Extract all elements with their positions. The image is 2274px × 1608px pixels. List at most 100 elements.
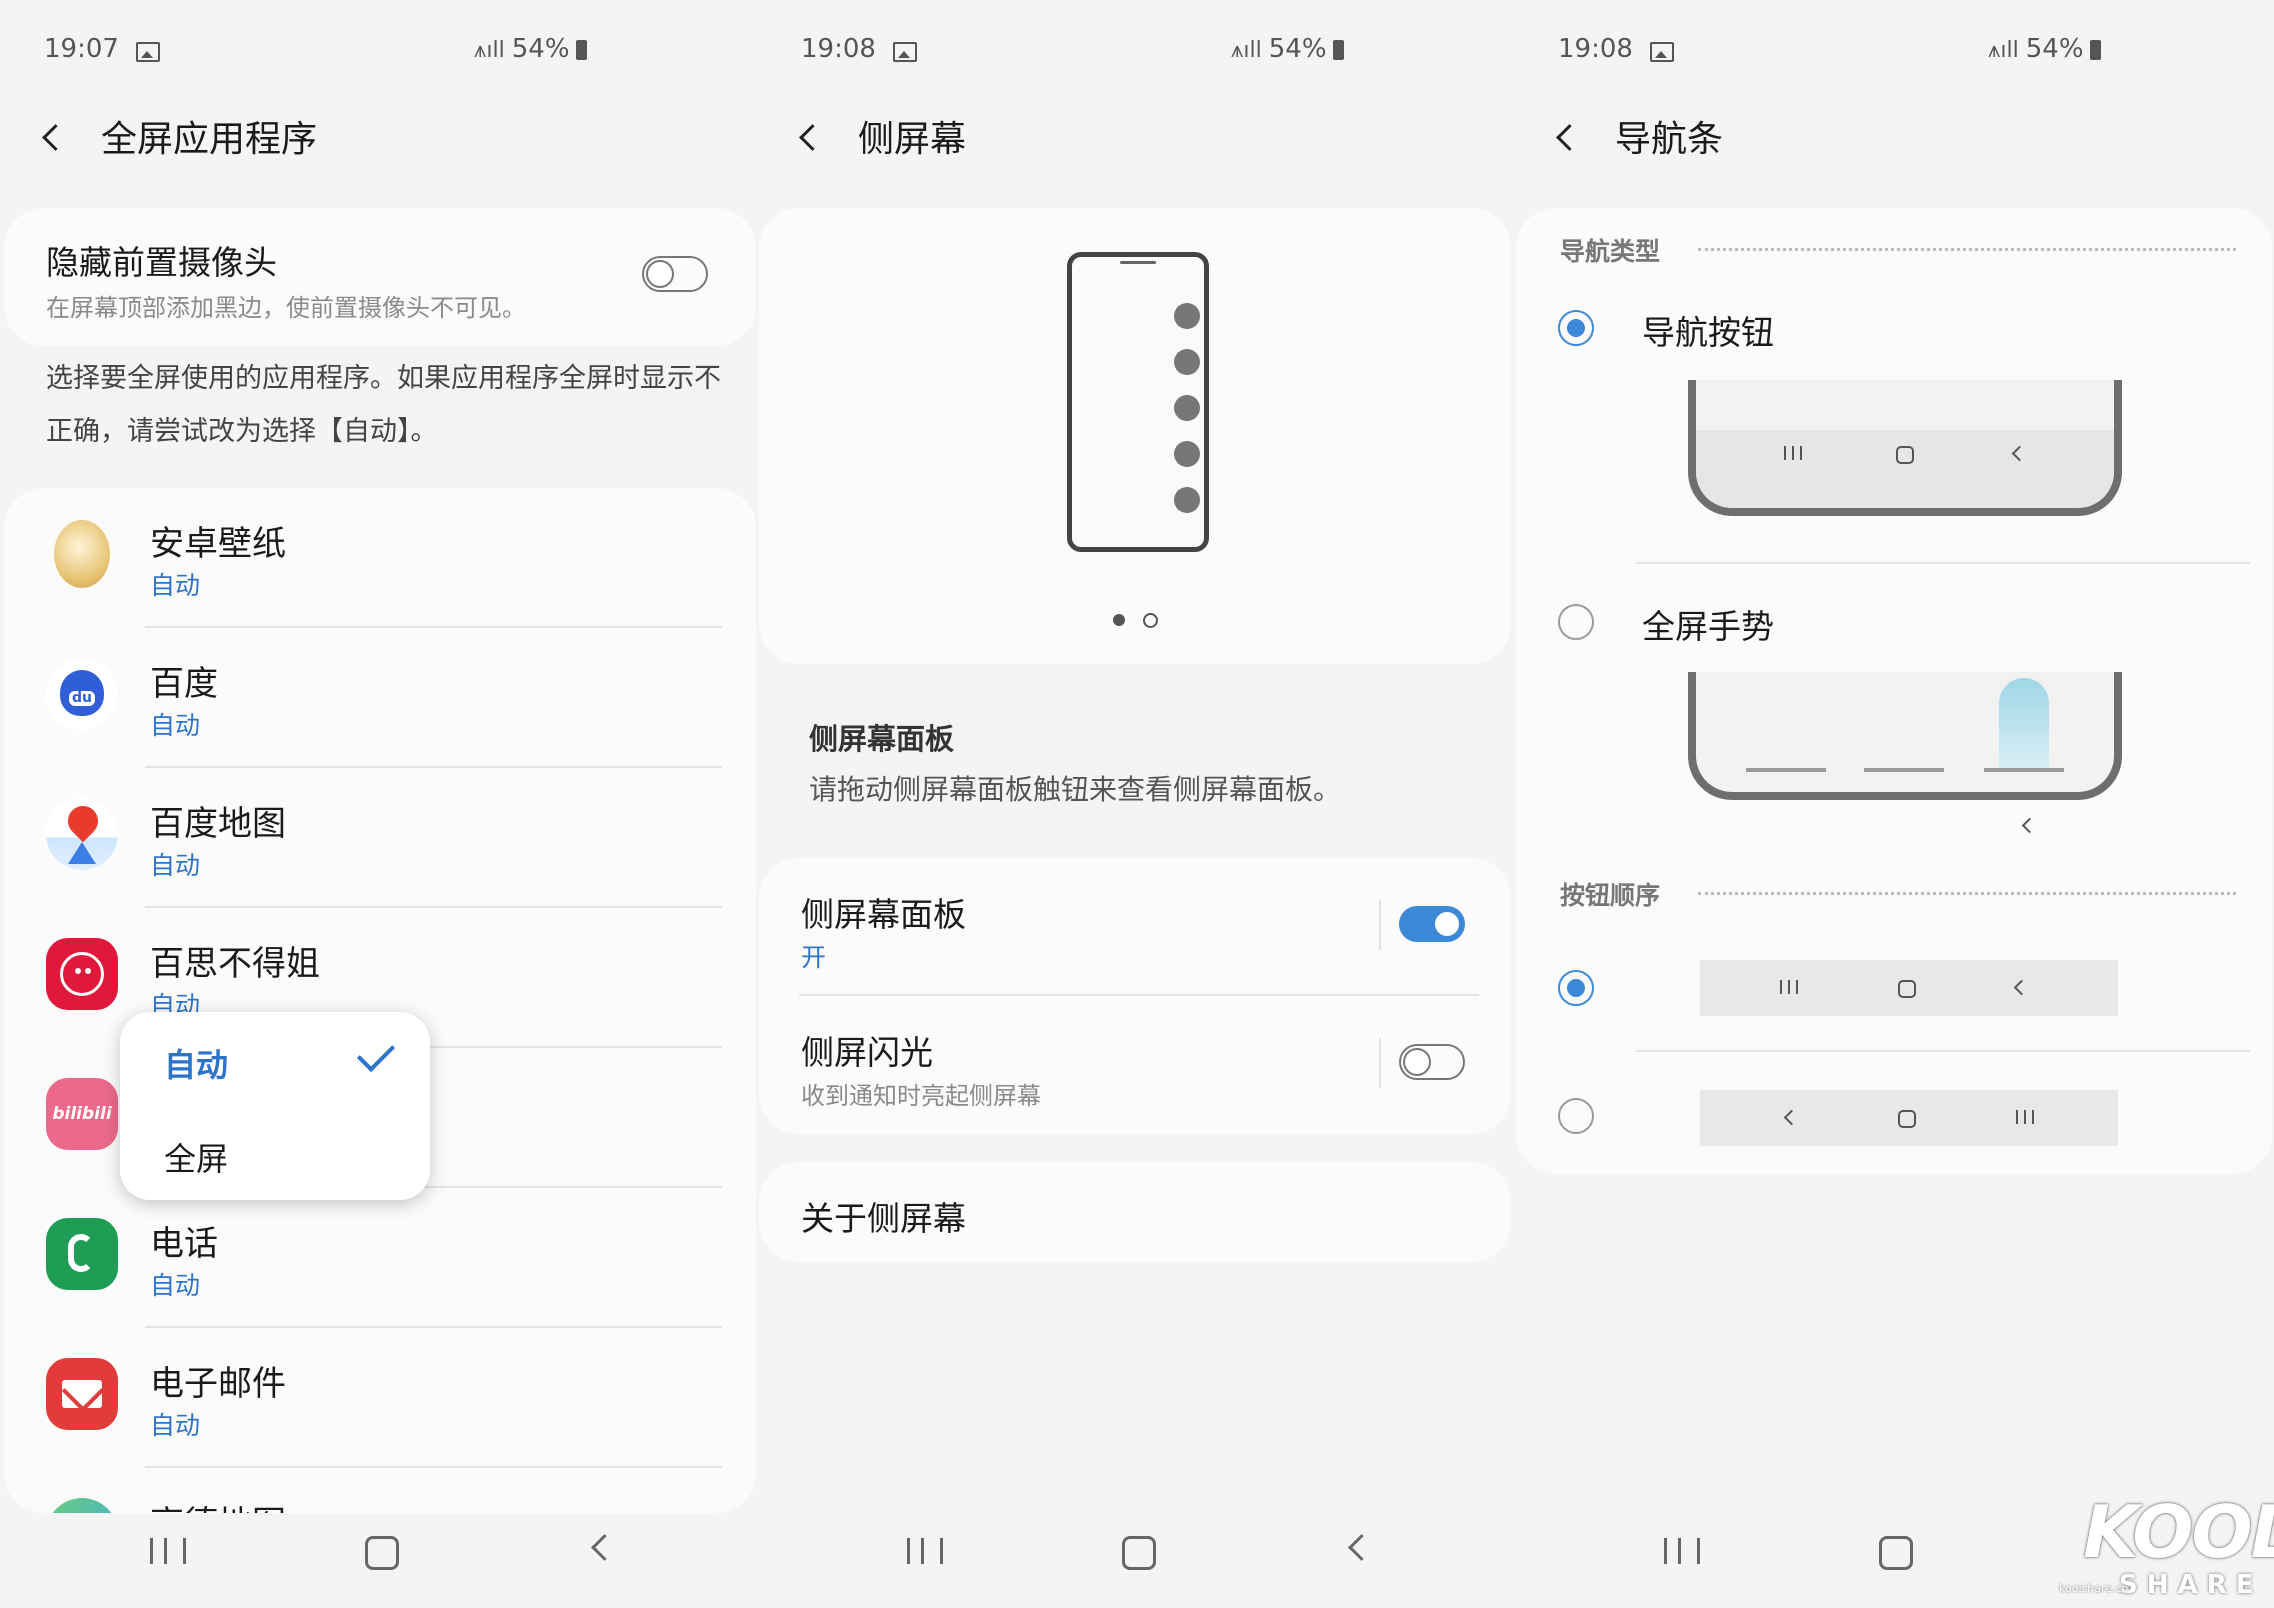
home-icon[interactable] [1122, 1536, 1156, 1570]
button-order-header: 按钮顺序 [1560, 881, 1661, 910]
vertical-divider [1379, 900, 1381, 950]
divider [1636, 562, 2250, 564]
app-mode: 自动 [150, 1411, 201, 1440]
image-notification-icon [893, 42, 917, 62]
dropdown-option-fullscreen[interactable]: 全屏 [120, 1106, 430, 1200]
recents-icon[interactable] [1664, 1538, 1700, 1564]
home-icon [1896, 446, 1914, 464]
recents-icon[interactable] [150, 1538, 186, 1564]
battery-percent: 54% [511, 34, 570, 64]
back-arrow-icon[interactable] [1556, 123, 1583, 151]
app-name: 高德地图 [150, 1496, 286, 1513]
battery-icon [575, 39, 587, 60]
button-order-option[interactable] [1516, 928, 2272, 1052]
edge-handle-dot [1174, 395, 1200, 421]
back-icon[interactable] [1348, 1534, 1375, 1561]
app-name: 电子邮件 [150, 1364, 286, 1404]
button-order-option[interactable] [1516, 1052, 2272, 1176]
baidu-map-icon [46, 798, 118, 870]
koolshare-watermark: KOOL S H A R E koolshare.cn [2059, 1490, 2274, 1608]
vertical-divider [1379, 1038, 1381, 1088]
dropdown-option-auto[interactable]: 自动 [120, 1012, 430, 1106]
status-right: ⩚ıll 54% [1988, 34, 2101, 64]
budejie-icon [46, 938, 118, 1010]
nav-buttons-preview [1688, 380, 2122, 516]
list-item[interactable]: 高德地图 [4, 1468, 756, 1513]
about-label: 关于侧屏幕 [801, 1199, 966, 1238]
back-icon [2013, 979, 2030, 996]
status-right: ⩚ıll 54% [474, 34, 587, 64]
list-item[interactable]: du 百度 自动 [4, 628, 756, 768]
home-icon [1898, 980, 1916, 998]
nav-settings-card: 导航类型 导航按钮 全屏手势 按钮顺序 [1516, 208, 2272, 1174]
home-icon[interactable] [1879, 1536, 1913, 1570]
back-icon [1783, 1109, 1800, 1126]
title-bar: 侧屏幕 [799, 110, 966, 160]
recents-icon[interactable] [907, 1538, 943, 1564]
wifi-signal-icon: ⩚ıll [1988, 38, 2026, 63]
page-title: 全屏应用程序 [101, 119, 318, 160]
battery-icon [2089, 39, 2101, 60]
list-item[interactable]: 电子邮件 自动 [4, 1328, 756, 1468]
status-bar: 19:08 ⩚ıll 54% [801, 34, 1469, 74]
about-edge-screen[interactable]: 关于侧屏幕 [759, 1162, 1511, 1262]
recents-icon [1784, 446, 1802, 460]
fullscreen-gestures-radio[interactable] [1558, 604, 1594, 640]
fullscreen-gestures-label: 全屏手势 [1642, 607, 1774, 646]
edge-preview-card [759, 208, 1511, 664]
nav-buttons-option[interactable]: 导航按钮 [1516, 284, 2272, 564]
navigation-bar-screen: 19:08 ⩚ıll 54% 导航条 导航类型 导航按钮 全屏手势 按钮顺序 K… [1514, 0, 2274, 1608]
edge-lighting-subtitle: 收到通知时亮起侧屏幕 [801, 1082, 1041, 1110]
gesture-hint-bar [1864, 768, 1944, 772]
image-notification-icon [136, 42, 160, 62]
app-mode: 自动 [150, 711, 201, 740]
nav-type-header: 导航类型 [1560, 237, 1661, 266]
edge-lighting-switch[interactable] [1399, 1044, 1465, 1080]
app-name: 电话 [150, 1224, 218, 1264]
list-item[interactable]: 安卓壁纸 自动 [4, 488, 756, 628]
edge-panel-intro-title: 侧屏幕面板 [809, 722, 955, 756]
app-mode: 自动 [150, 851, 201, 880]
status-time: 19:08 [801, 34, 876, 64]
hide-camera-switch[interactable] [642, 256, 708, 292]
fullscreen-gestures-option[interactable]: 全屏手势 [1516, 566, 2272, 834]
back-arrow-icon[interactable] [799, 123, 826, 151]
battery-percent: 54% [1268, 34, 1327, 64]
fullscreen-apps-screen: 19:07 ⩚ıll 54% 全屏应用程序 隐藏前置摄像头 在屏幕顶部添加黑边，… [0, 0, 756, 1608]
status-right: ⩚ıll 54% [1231, 34, 1344, 64]
gesture-hint-bar [1984, 768, 2064, 772]
page-indicator [1113, 610, 1173, 630]
watermark-logo: KOOL [2083, 1490, 2274, 1574]
hide-camera-card[interactable]: 隐藏前置摄像头 在屏幕顶部添加黑边，使前置摄像头不可见。 [4, 208, 756, 346]
edge-panel-intro-desc: 请拖动侧屏幕面板触钮来查看侧屏幕面板。 [809, 773, 1342, 806]
edge-panels-status: 开 [801, 943, 827, 972]
wifi-signal-icon: ⩚ıll [1231, 38, 1269, 63]
egg-icon [54, 520, 110, 588]
back-icon[interactable] [591, 1534, 618, 1561]
home-icon[interactable] [365, 1536, 399, 1570]
list-item[interactable]: 电话 自动 [4, 1188, 756, 1328]
nav-buttons-radio[interactable] [1558, 310, 1594, 346]
battery-percent: 54% [2025, 34, 2084, 64]
page-dot[interactable] [1143, 613, 1158, 628]
button-order-radio[interactable] [1558, 1098, 1594, 1134]
back-arrow-icon[interactable] [42, 123, 69, 151]
button-order-radio[interactable] [1558, 970, 1594, 1006]
edge-panels-row[interactable]: 侧屏幕面板 开 [759, 858, 1511, 996]
edge-handle-dot [1174, 487, 1200, 513]
app-name: 百思不得姐 [150, 944, 320, 984]
option-label: 全屏 [164, 1140, 229, 1178]
switch-knob [1433, 910, 1461, 938]
fullscreen-description: 选择要全屏使用的应用程序。如果应用程序全屏时显示不正确，请尝试改为选择【自动】。 [46, 363, 721, 447]
list-item[interactable]: 百度地图 自动 [4, 768, 756, 908]
recents-icon [2016, 1110, 2034, 1124]
edge-lighting-row[interactable]: 侧屏闪光 收到通知时亮起侧屏幕 [759, 996, 1511, 1134]
page-dot-active[interactable] [1113, 614, 1125, 626]
switch-knob [646, 260, 674, 288]
status-bar: 19:07 ⩚ıll 54% [44, 34, 712, 74]
back-icon [2021, 817, 2038, 834]
recents-icon [1780, 980, 1798, 994]
gesture-hint-bar [1746, 768, 1826, 772]
edge-lighting-title: 侧屏闪光 [801, 1033, 933, 1072]
edge-panels-switch[interactable] [1399, 906, 1465, 942]
